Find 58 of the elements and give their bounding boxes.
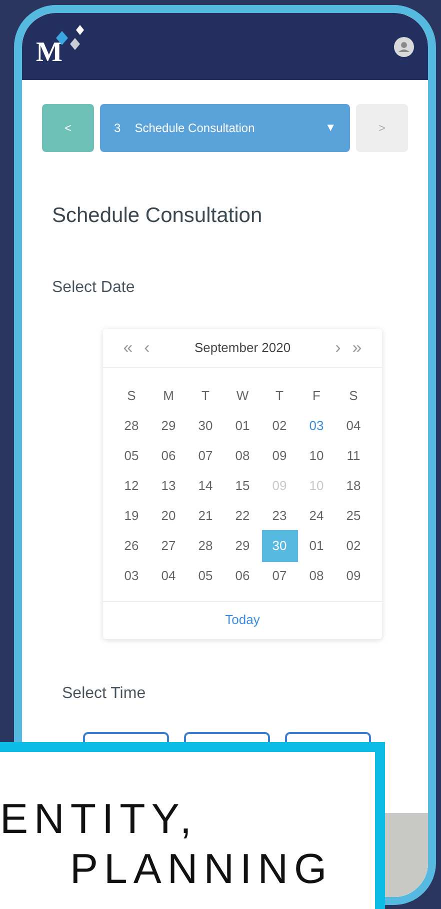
calendar-day[interactable]: 04 <box>336 410 372 442</box>
calendar-day[interactable]: 29 <box>150 410 186 442</box>
weekday-label: M <box>163 386 174 405</box>
weekday-label: T <box>276 386 284 405</box>
calendar-day[interactable]: 05 <box>114 440 150 472</box>
calendar-day[interactable]: 29 <box>224 530 260 562</box>
weekday-label: S <box>349 386 358 405</box>
calendar-day[interactable]: 04 <box>150 560 186 592</box>
calendar-day[interactable]: 28 <box>188 530 224 562</box>
section-label: Select Time <box>62 684 147 704</box>
calendar-day[interactable]: 02 <box>336 530 372 562</box>
logo: M <box>36 24 92 68</box>
calendar-day[interactable]: 03 <box>298 410 334 442</box>
calendar-day[interactable]: 18 <box>336 470 372 502</box>
calendar-day[interactable]: 21 <box>188 500 224 532</box>
weekday-label: F <box>312 386 320 405</box>
calendar-day[interactable]: 30 <box>188 410 224 442</box>
weekday-label: S <box>127 386 136 405</box>
calendar-day[interactable]: 03 <box>114 560 150 592</box>
calendar-day[interactable]: 14 <box>188 470 224 502</box>
calendar-day[interactable]: 07 <box>262 560 298 592</box>
calendar-day[interactable]: 19 <box>114 500 150 532</box>
calendar-day[interactable]: 01 <box>224 410 260 442</box>
calendar-day[interactable]: 07 <box>188 440 224 472</box>
calendar-day[interactable]: 08 <box>298 560 334 592</box>
banner-text: PLANNING <box>69 844 334 894</box>
month-title: September 2020 <box>194 338 291 357</box>
time-slot-button[interactable] <box>285 732 371 742</box>
calendar-day[interactable]: 10 <box>298 440 334 472</box>
calendar-day[interactable]: 25 <box>336 500 372 532</box>
time-slot-button[interactable] <box>184 732 270 742</box>
user-avatar-icon[interactable] <box>394 36 414 56</box>
time-slot-button[interactable] <box>83 732 169 742</box>
calendar-day[interactable]: 13 <box>150 470 186 502</box>
calendar-day[interactable]: 09 <box>262 440 298 472</box>
calendar-day[interactable]: 23 <box>262 500 298 532</box>
calendar-day[interactable]: 01 <box>298 530 334 562</box>
weekday-label: W <box>236 386 249 405</box>
calendar-day[interactable]: 22 <box>224 500 260 532</box>
banner-text: ENTITY, <box>0 794 199 844</box>
section-label: Select Date <box>52 278 136 298</box>
today-link[interactable]: Today <box>225 610 260 630</box>
page-title: Schedule Consultation <box>52 203 264 229</box>
calendar-day[interactable]: 06 <box>224 560 260 592</box>
calendar-day[interactable]: 26 <box>114 530 150 562</box>
calendar-day[interactable]: 15 <box>224 470 260 502</box>
weekday-label: T <box>202 386 210 405</box>
calendar-day[interactable]: 06 <box>150 440 186 472</box>
calendar-day[interactable]: 20 <box>150 500 186 532</box>
calendar-day[interactable]: 24 <box>298 500 334 532</box>
calendar-day[interactable]: 09 <box>336 560 372 592</box>
calendar-day[interactable]: 27 <box>150 530 186 562</box>
calendar-day[interactable]: 11 <box>336 440 372 472</box>
calendar-day[interactable]: 02 <box>262 410 298 442</box>
calendar-day[interactable]: 08 <box>224 440 260 472</box>
calendar-day[interactable]: 05 <box>188 560 224 592</box>
calendar-day[interactable]: 28 <box>114 410 150 442</box>
calendar-day[interactable]: 12 <box>114 470 150 502</box>
